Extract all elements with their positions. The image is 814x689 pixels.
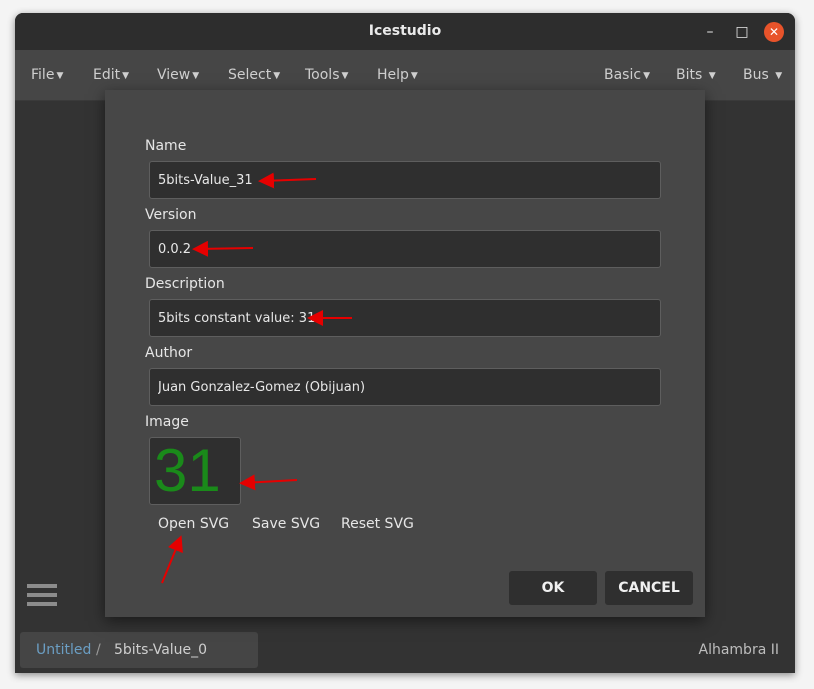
hamburger-menu-icon[interactable] xyxy=(27,584,57,612)
board-name[interactable]: Alhambra II xyxy=(699,632,780,668)
version-input[interactable] xyxy=(150,231,660,267)
window-title: Icestudio xyxy=(368,23,442,39)
minimize-icon[interactable]: – xyxy=(699,21,721,43)
close-icon[interactable]: ✕ xyxy=(764,22,784,42)
caret-down-icon: ▼ xyxy=(192,71,200,81)
description-input[interactable] xyxy=(150,300,660,336)
menu-label: Help xyxy=(377,67,409,83)
caret-down-icon: ▼ xyxy=(273,71,281,81)
menu-label: Bus xyxy=(743,67,769,83)
author-field-wrapper xyxy=(149,368,661,406)
save-svg-button[interactable]: Save SVG xyxy=(252,516,320,532)
menu-label: Edit xyxy=(93,67,121,83)
name-label: Name xyxy=(145,138,187,154)
bottom-bar: Untitled / 5bits-Value_0 CLONE Alhambra … xyxy=(15,623,795,673)
image-preview: 31 xyxy=(149,437,241,505)
breadcrumb-root-link[interactable]: Untitled xyxy=(36,632,91,668)
breadcrumb: Untitled / 5bits-Value_0 CLONE xyxy=(20,632,258,668)
image-number: 31 xyxy=(154,437,221,504)
description-field-wrapper xyxy=(149,299,661,337)
reset-svg-button[interactable]: Reset SVG xyxy=(341,516,414,532)
description-label: Description xyxy=(145,276,225,292)
author-label: Author xyxy=(145,345,193,361)
menu-label: View xyxy=(157,67,191,83)
title-bar: Icestudio – □ ✕ xyxy=(15,13,795,50)
name-field-wrapper xyxy=(149,161,661,199)
breadcrumb-separator: / xyxy=(96,642,101,658)
version-label: Version xyxy=(145,207,197,223)
caret-down-icon: ▼ xyxy=(708,71,716,81)
menu-label: Tools xyxy=(305,67,340,83)
breadcrumb-current: 5bits-Value_0 CLONE xyxy=(114,642,208,658)
open-svg-button[interactable]: Open SVG xyxy=(158,516,229,532)
cancel-button[interactable]: CANCEL xyxy=(605,571,693,605)
caret-down-icon: ▼ xyxy=(56,71,64,81)
version-field-wrapper xyxy=(149,230,661,268)
menu-label: Bits xyxy=(676,67,703,83)
menu-label: Basic xyxy=(604,67,642,83)
caret-down-icon: ▼ xyxy=(410,71,418,81)
maximize-icon[interactable]: □ xyxy=(731,21,753,43)
menu-file[interactable]: File ▼ xyxy=(31,50,63,101)
caret-down-icon: ▼ xyxy=(775,71,783,81)
image-label: Image xyxy=(145,414,189,430)
caret-down-icon: ▼ xyxy=(122,71,130,81)
caret-down-icon: ▼ xyxy=(643,71,650,81)
menu-label: Select xyxy=(228,67,272,83)
block-info-dialog: Name Version Description Author Image 31… xyxy=(105,90,705,617)
author-input[interactable] xyxy=(150,369,660,405)
ok-button[interactable]: OK xyxy=(509,571,597,605)
name-input[interactable] xyxy=(150,162,660,198)
caret-down-icon: ▼ xyxy=(341,71,349,81)
menu-label: File xyxy=(31,67,55,83)
menu-bus[interactable]: Bus ▼ xyxy=(743,50,782,101)
